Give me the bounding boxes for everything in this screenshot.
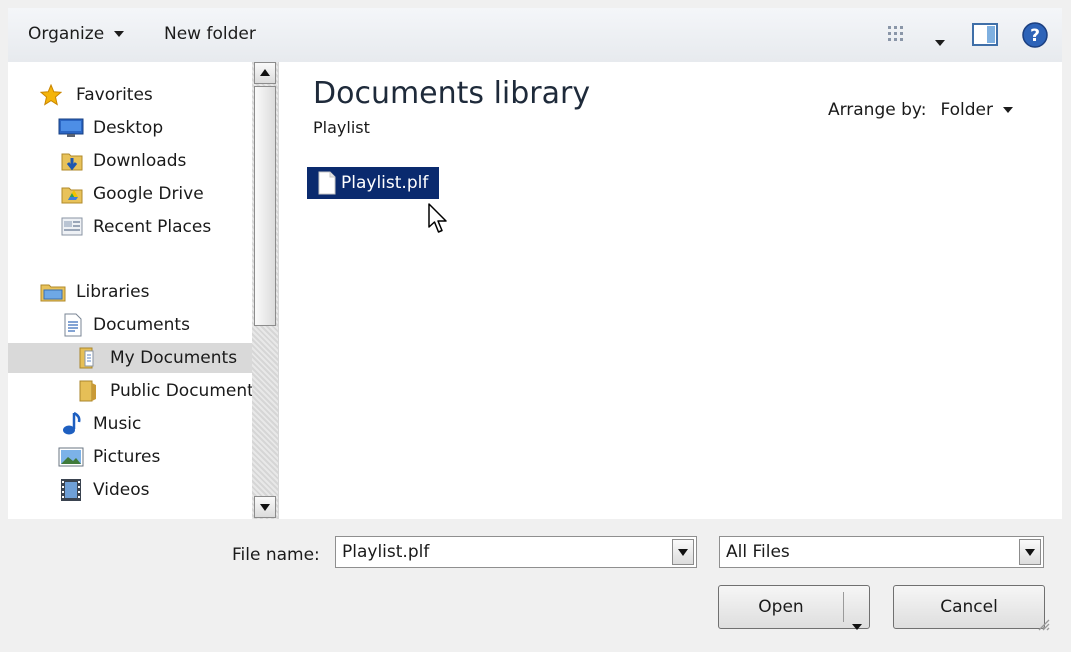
file-item-selected[interactable]: Playlist.plf <box>307 167 439 199</box>
file-type-value: All Files <box>726 542 790 562</box>
sidebar-item-label: Recent Places <box>93 217 212 237</box>
chevron-down-icon[interactable] <box>1003 107 1013 113</box>
organize-menu-button[interactable]: Organize <box>28 22 125 46</box>
arrange-by-control[interactable]: Arrange by: Folder <box>828 100 1013 120</box>
preview-pane-icon[interactable] <box>972 23 998 52</box>
pictures-icon <box>58 447 84 477</box>
command-toolbar: Organize New folder ? <box>8 8 1062 63</box>
sidebar-item-label: Music <box>93 414 142 434</box>
file-list-pane: Documents library Playlist Arrange by: Fo… <box>279 62 1062 519</box>
split-divider <box>843 592 844 622</box>
mouse-pointer-icon <box>427 202 449 241</box>
file-name: Playlist.plf <box>341 173 429 193</box>
chevron-down-icon <box>678 549 688 556</box>
file-name-dropdown-button[interactable] <box>672 539 694 565</box>
nav-label-favorites: Favorites <box>76 85 153 105</box>
sidebar-item-label: My Documents <box>110 348 238 368</box>
folder-icon <box>78 346 98 380</box>
file-name-combobox[interactable]: Playlist.plf <box>335 536 697 568</box>
sidebar-item-label: Public Documents <box>110 381 252 401</box>
sidebar-item-label: Videos <box>93 480 150 500</box>
file-type-dropdown-button[interactable] <box>1019 539 1041 565</box>
chevron-down-icon <box>1025 549 1035 556</box>
star-icon <box>39 83 63 116</box>
open-button-label[interactable]: Open <box>719 586 843 628</box>
open-split-button[interactable]: Open <box>718 585 870 630</box>
library-title: Documents library <box>313 76 591 111</box>
nav-label-libraries: Libraries <box>76 282 150 302</box>
downloads-icon <box>60 149 84 183</box>
sidebar-item-label: Desktop <box>93 118 164 138</box>
help-icon[interactable]: ? <box>1021 21 1049 54</box>
folder-icon <box>78 379 98 406</box>
arrow-down-icon <box>260 504 270 511</box>
cancel-button[interactable]: Cancel <box>893 585 1045 629</box>
file-dialog-footer: File name: Playlist.plf All Files Open C… <box>8 519 1062 644</box>
resize-grip-icon[interactable] <box>1036 616 1050 636</box>
sidebar-item-my-documents[interactable]: My Documents <box>8 343 252 373</box>
chevron-down-icon <box>114 31 125 37</box>
desktop-icon <box>58 118 84 148</box>
scroll-thumb[interactable] <box>254 86 276 326</box>
views-icon[interactable] <box>886 24 906 49</box>
google-drive-icon <box>60 182 84 216</box>
organize-label: Organize <box>28 24 105 44</box>
cancel-button-label: Cancel <box>940 597 998 617</box>
documents-icon <box>62 313 84 347</box>
navigation-pane: Favorites Desktop Downloads Google Drive… <box>8 62 279 519</box>
chevron-down-icon[interactable] <box>851 605 863 647</box>
file-type-select[interactable]: All Files <box>719 536 1044 568</box>
sidebar-item-label: Downloads <box>93 151 187 171</box>
view-options-arrow-icon[interactable] <box>934 32 946 52</box>
new-folder-button[interactable]: New folder <box>164 22 256 46</box>
new-folder-label: New folder <box>164 24 256 44</box>
recent-places-icon <box>60 215 84 249</box>
sidebar-item-label: Pictures <box>93 447 161 467</box>
sidebar-item-public-documents[interactable]: Public Documents <box>78 376 252 406</box>
library-subtitle: Playlist <box>313 118 370 137</box>
file-name-input[interactable]: Playlist.plf <box>342 542 429 562</box>
libraries-icon <box>40 281 66 313</box>
svg-text:?: ? <box>1030 26 1040 46</box>
sidebar-item-label: Documents <box>93 315 190 335</box>
music-icon <box>60 411 84 447</box>
scroll-down-button[interactable] <box>254 496 276 518</box>
arrange-by-label: Arrange by: <box>827 100 927 120</box>
file-icon <box>317 171 337 200</box>
file-name-label: File name: <box>232 545 320 565</box>
arrow-up-icon <box>260 69 270 76</box>
sidebar-item-label: Google Drive <box>93 184 204 204</box>
arrange-by-value[interactable]: Folder <box>940 100 993 120</box>
videos-icon <box>60 478 82 512</box>
scroll-up-button[interactable] <box>254 62 276 84</box>
nav-scrollbar[interactable] <box>252 62 278 519</box>
